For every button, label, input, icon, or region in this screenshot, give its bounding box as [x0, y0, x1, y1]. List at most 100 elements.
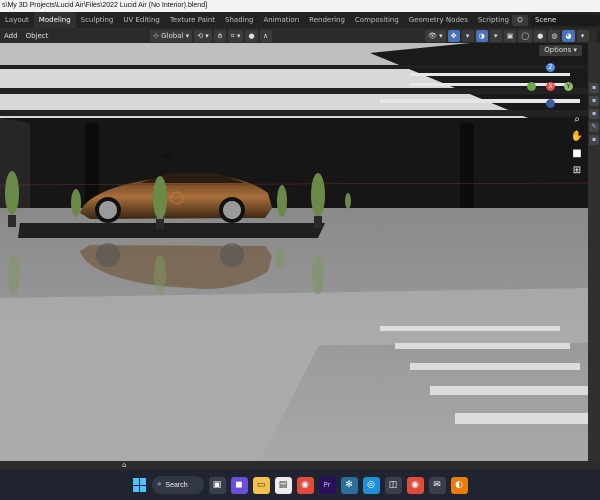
- item-icon: ▪: [591, 97, 597, 104]
- xray-toggle[interactable]: ▣: [503, 29, 517, 42]
- notepad-icon[interactable]: ▤: [274, 476, 292, 494]
- camera-view-button[interactable]: ■: [570, 147, 584, 161]
- grid-icon: ⊞: [572, 165, 582, 176]
- misc-tab[interactable]: ▪: [589, 135, 599, 145]
- hand-icon: ✋: [570, 131, 584, 142]
- tab-uv-editing[interactable]: UV Editing: [118, 12, 165, 28]
- snap-toggle[interactable]: ⋔: [213, 29, 226, 42]
- tab-texture-paint[interactable]: Texture Paint: [165, 12, 220, 28]
- axis-x[interactable]: X: [546, 82, 555, 91]
- tab-modeling[interactable]: Modeling: [33, 12, 76, 28]
- visibility-dropdown[interactable]: 👁 ▾: [425, 29, 446, 42]
- pan-button[interactable]: ✋: [570, 130, 584, 144]
- axis-neg-y[interactable]: [527, 82, 536, 91]
- scene-icon[interactable]: ⛭: [512, 14, 528, 26]
- tab-layout[interactable]: Layout: [0, 12, 34, 28]
- overlays-toggle[interactable]: ◑: [475, 29, 488, 42]
- zoom-button[interactable]: ⌕: [570, 113, 584, 127]
- rendered-icon: ◕: [565, 31, 572, 40]
- view-tab[interactable]: ▪: [589, 109, 599, 119]
- navigation-gizmo[interactable]: Z X Y: [526, 61, 576, 111]
- windows-start-icon[interactable]: [132, 478, 147, 492]
- gizmo-dropdown[interactable]: ▾: [461, 29, 474, 42]
- scene-selector[interactable]: ⛭ Scene: [512, 14, 600, 26]
- tab-compositing[interactable]: Compositing: [350, 12, 404, 28]
- front-rim: [99, 201, 117, 219]
- proportional-falloff-dropdown[interactable]: ∧: [259, 29, 272, 42]
- 3d-viewport[interactable]: Options ▾ Z X Y ⌕ ✋ ■ ⊞: [0, 43, 588, 461]
- mouse-hint-icon: ⌂: [122, 461, 127, 469]
- edge-icon[interactable]: ◎: [362, 476, 380, 494]
- windows-taskbar: ⌕ Search ▣ ◼ ▭ ▤ ◉ Pr ✻ ◎ ◫ ◉ ✉ ◐: [0, 470, 600, 500]
- shading-dropdown[interactable]: ▾: [576, 29, 589, 42]
- shading-solid[interactable]: ●: [534, 29, 547, 42]
- mail-icon[interactable]: ✉: [428, 476, 446, 494]
- tab-sculpting[interactable]: Sculpting: [76, 12, 119, 28]
- snap-target-dropdown[interactable]: ⌗ ▾: [227, 29, 244, 42]
- floor-stripe: [430, 386, 588, 395]
- settings-icon[interactable]: ✻: [340, 476, 358, 494]
- teams-icon[interactable]: ◼: [230, 476, 248, 494]
- pivot-point-dropdown[interactable]: ⟲ ▾: [194, 29, 212, 42]
- shading-material[interactable]: ◍: [548, 29, 561, 42]
- display-platform: [18, 223, 325, 238]
- snap-target-icon: ⌗ ▾: [230, 31, 241, 40]
- app-icon[interactable]: ◫: [384, 476, 402, 494]
- proportional-edit-toggle[interactable]: ●: [245, 29, 258, 42]
- material-icon: ◍: [551, 31, 558, 40]
- wheel-reflection: [96, 243, 120, 267]
- tool-icon: ▪: [591, 84, 597, 91]
- item-tab[interactable]: ▪: [589, 96, 599, 106]
- tab-scripting[interactable]: Scripting: [473, 12, 514, 28]
- plant-left-inner[interactable]: [71, 189, 81, 217]
- transform-orientation-dropdown[interactable]: ⊹ Global ▾: [150, 29, 193, 42]
- tab-rendering[interactable]: Rendering: [304, 12, 350, 28]
- floor-stripe: [455, 413, 588, 424]
- camera-icon: ■: [572, 148, 582, 159]
- options-dropdown[interactable]: Options ▾: [539, 45, 582, 56]
- proportional-edit-icon: ●: [248, 31, 255, 40]
- chrome-profile-icon[interactable]: ◉: [406, 476, 424, 494]
- gizmo-toggle[interactable]: ✥: [447, 29, 460, 42]
- axis-z[interactable]: Z: [546, 63, 555, 72]
- snap-icon: ⋔: [216, 31, 223, 40]
- axis-neg-z[interactable]: [546, 99, 555, 108]
- search-label: Search: [165, 481, 188, 489]
- magnifier-icon: ⌕: [574, 114, 580, 125]
- blender-icon[interactable]: ◐: [450, 476, 468, 494]
- tab-animation[interactable]: Animation: [258, 12, 304, 28]
- menu-object[interactable]: Object: [22, 32, 53, 40]
- ceiling-beam: [0, 88, 588, 94]
- task-view-icon[interactable]: ▣: [208, 476, 226, 494]
- file-explorer-icon[interactable]: ▭: [252, 476, 270, 494]
- status-bar: ⌂: [0, 461, 600, 470]
- pause-render-button[interactable]: ❚❚: [596, 29, 600, 42]
- window-title: s\My 3D Projects\Lucid Air\Files\2022 Lu…: [2, 2, 208, 9]
- rear-rim: [223, 201, 241, 219]
- perspective-toggle[interactable]: ⊞: [570, 164, 584, 178]
- window-title-bar: s\My 3D Projects\Lucid Air\Files\2022 Lu…: [0, 0, 600, 12]
- tab-shading[interactable]: Shading: [220, 12, 258, 28]
- wheel-reflection: [220, 243, 244, 267]
- eye-icon: 👁 ▾: [428, 31, 443, 40]
- taskbar-search[interactable]: ⌕ Search: [151, 476, 204, 494]
- shading-wireframe[interactable]: ◯: [518, 29, 533, 42]
- scene-name-field[interactable]: Scene: [531, 14, 600, 26]
- viewport-header: Add Object ⊹ Global ▾ ⟲ ▾ ⋔ ⌗ ▾ ● ∧ 👁 ▾ …: [0, 28, 600, 43]
- misc-icon: ▪: [591, 136, 597, 143]
- scene-render: [0, 43, 588, 461]
- tab-geometry-nodes[interactable]: Geometry Nodes: [404, 12, 473, 28]
- chrome-icon[interactable]: ◉: [296, 476, 314, 494]
- shading-rendered[interactable]: ◕: [562, 29, 575, 42]
- orientation-icon: ⊹: [153, 31, 162, 40]
- floor-stripe: [410, 363, 580, 370]
- plant-right-inner[interactable]: [277, 185, 287, 217]
- ceiling-beam: [0, 65, 588, 69]
- premiere-pro-icon[interactable]: Pr: [318, 476, 336, 494]
- menu-add[interactable]: Add: [0, 32, 22, 40]
- overlays-dropdown[interactable]: ▾: [489, 29, 502, 42]
- edit-tab[interactable]: ✎: [589, 122, 599, 132]
- tool-tab[interactable]: ▪: [589, 83, 599, 93]
- axis-y[interactable]: Y: [564, 82, 573, 91]
- floor-stripe: [395, 343, 570, 349]
